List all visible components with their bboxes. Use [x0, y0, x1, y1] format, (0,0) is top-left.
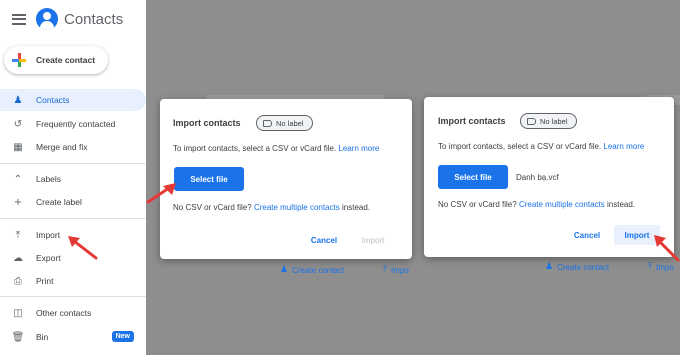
sidebar-item-label: Import	[36, 230, 61, 240]
chip-label: No label	[540, 116, 568, 126]
import-dialog-1: Import contacts No label To import conta…	[160, 99, 412, 259]
cancel-button[interactable]: Cancel	[304, 230, 344, 250]
person-icon: ♟	[13, 94, 23, 106]
sidebar-item-label: Contacts	[36, 95, 70, 105]
red-arrow-select-file-icon	[146, 183, 176, 204]
instruction-label: To import contacts, select a CSV or vCar…	[173, 144, 337, 153]
bg-import-action: ⤒ Impo	[648, 262, 674, 272]
sidebar-item-print[interactable]: ⎙ Print	[0, 270, 146, 292]
upload-icon: ⤒	[15, 229, 21, 241]
sidebar-item-other-contacts[interactable]: ◫ Other contacts	[0, 302, 146, 324]
archive-icon: ◫	[13, 307, 23, 319]
red-arrow-import-icon	[68, 236, 98, 260]
upload-icon: ⤒	[383, 265, 387, 275]
upload-icon: ⤒	[648, 262, 652, 272]
sidebar-item-merge-and-fix[interactable]: ▦ Merge and fix	[0, 136, 146, 158]
person-icon: ♟	[545, 262, 554, 272]
bg-create-contact-action: ♟ Create contact	[280, 265, 344, 275]
plus-icon: +	[13, 196, 23, 208]
sidebar-item-create-label[interactable]: + Create label	[0, 191, 146, 213]
instruction-text: To import contacts, select a CSV or vCar…	[173, 144, 379, 153]
bg-create-contact-label: Create contact	[557, 262, 610, 272]
print-icon: ⎙	[14, 275, 22, 287]
create-multiple-link[interactable]: Create multiple contacts	[254, 203, 340, 212]
bg-import-label: Impo	[390, 265, 409, 275]
selected-file-name: Danh bạ.vcf	[516, 173, 559, 182]
sidebar: Contacts Create contact ♟ Contacts ↺ Fre…	[0, 0, 146, 355]
alternative-text: No CSV or vCard file? Create multiple co…	[173, 203, 370, 212]
sidebar-item-bin[interactable]: 🗑 Bin New	[0, 326, 146, 348]
sidebar-item-label: Bin	[36, 332, 49, 342]
cloud-upload-icon: ☁	[13, 252, 23, 264]
sidebar-item-label: Frequently contacted	[36, 119, 116, 129]
trash-icon: 🗑	[11, 331, 25, 343]
bg-import-action: ⤒ Impo	[383, 265, 409, 275]
sidebar-item-labels[interactable]: ⌃ Labels	[0, 168, 146, 190]
import-button-disabled[interactable]: Import	[352, 230, 394, 250]
divider	[0, 296, 146, 297]
sidebar-item-frequently-contacted[interactable]: ↺ Frequently contacted	[0, 113, 146, 135]
select-file-button[interactable]: Select file	[438, 165, 508, 189]
sidebar-item-label: Other contacts	[36, 308, 92, 318]
colorful-plus-icon	[12, 53, 26, 67]
dialog-title: Import contacts	[438, 116, 506, 126]
learn-more-link[interactable]: Learn more	[338, 144, 379, 153]
instead-label: instead.	[342, 203, 371, 212]
contacts-logo-icon	[36, 8, 58, 30]
sidebar-item-label: Merge and fix	[36, 142, 88, 152]
sidebar-item-contacts[interactable]: ♟ Contacts	[0, 89, 146, 111]
dialog-title: Import contacts	[173, 118, 241, 128]
instruction-text: To import contacts, select a CSV or vCar…	[438, 142, 644, 151]
divider	[0, 163, 146, 164]
sidebar-item-label: Create label	[36, 197, 82, 207]
history-icon: ↺	[13, 118, 23, 130]
new-badge: New	[111, 331, 134, 342]
create-contact-label: Create contact	[36, 55, 96, 65]
sidebar-item-label: Export	[36, 253, 61, 263]
no-file-label: No CSV or vCard file?	[438, 200, 517, 209]
red-arrow-import-button-icon	[654, 235, 680, 262]
create-multiple-link[interactable]: Create multiple contacts	[519, 200, 605, 209]
label-icon	[527, 117, 536, 125]
sidebar-item-label: Print	[36, 276, 54, 286]
import-dialog-2: Import contacts No label To import conta…	[424, 97, 674, 257]
divider	[0, 218, 146, 219]
label-chip[interactable]: No label	[520, 113, 577, 129]
label-icon	[263, 119, 272, 127]
person-icon: ♟	[280, 265, 289, 275]
no-file-label: No CSV or vCard file?	[173, 203, 252, 212]
alternative-text: No CSV or vCard file? Create multiple co…	[438, 200, 635, 209]
sidebar-item-label: Labels	[36, 174, 62, 184]
hamburger-menu-icon[interactable]	[12, 13, 26, 25]
cancel-button[interactable]: Cancel	[567, 225, 607, 245]
label-chip[interactable]: No label	[256, 115, 313, 131]
chip-label: No label	[276, 118, 304, 128]
select-file-button[interactable]: Select file	[174, 167, 244, 191]
chevron-up-icon: ⌃	[13, 173, 23, 185]
learn-more-link[interactable]: Learn more	[603, 142, 644, 151]
bg-import-label: Impo	[655, 262, 674, 272]
merge-icon: ▦	[13, 141, 23, 153]
bg-create-contact-action: ♟ Create contact	[545, 262, 609, 272]
create-contact-button[interactable]: Create contact	[4, 46, 108, 74]
instead-label: instead.	[607, 200, 636, 209]
app-title: Contacts	[64, 10, 124, 28]
bg-create-contact-label: Create contact	[292, 265, 345, 275]
instruction-label: To import contacts, select a CSV or vCar…	[438, 142, 602, 151]
app-header: Contacts	[0, 0, 146, 38]
